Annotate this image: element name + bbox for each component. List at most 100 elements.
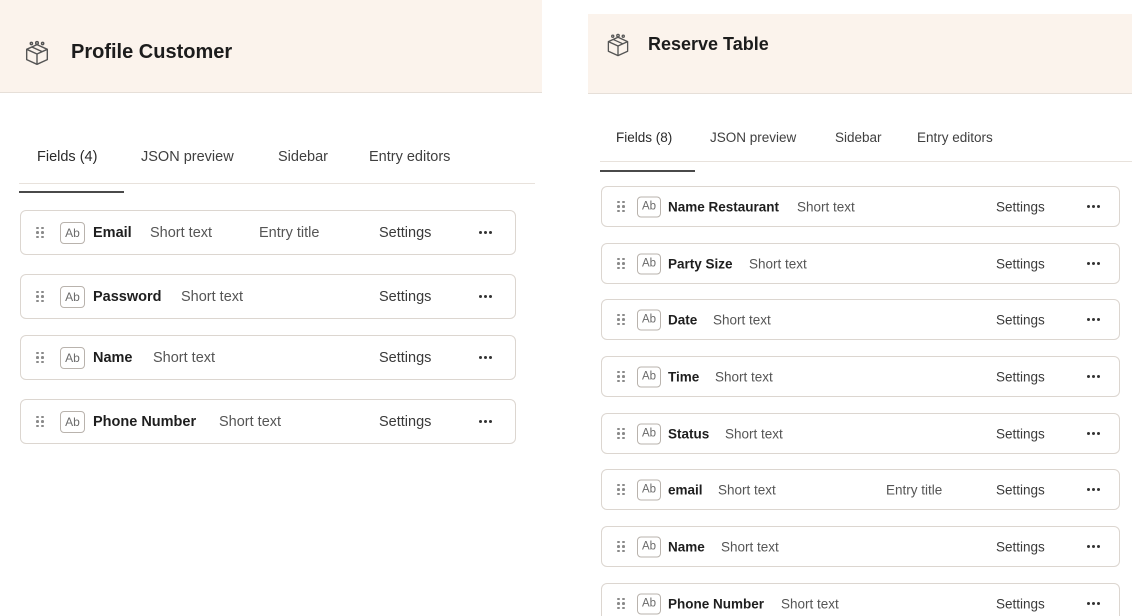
short-text-type-icon: Ab (637, 196, 661, 217)
tab-divider (19, 183, 535, 184)
field-type: Short text (713, 312, 771, 327)
tab-entry-editors[interactable]: Entry editors (917, 130, 993, 145)
more-options-icon[interactable] (1087, 317, 1101, 322)
field-row-name[interactable]: Ab Name Short text Settings (20, 335, 516, 380)
field-row-party-size[interactable]: Ab Party Size Short text Settings (601, 243, 1120, 284)
more-options-icon[interactable] (479, 230, 493, 235)
field-type: Short text (219, 413, 282, 430)
field-row-date[interactable]: Ab Date Short text Settings (601, 299, 1120, 340)
tab-entry-editors[interactable]: Entry editors (369, 149, 450, 165)
field-type: Short text (797, 199, 855, 214)
drag-handle-icon[interactable] (617, 483, 625, 496)
more-options-icon[interactable] (1087, 374, 1101, 379)
field-row-name[interactable]: Ab Name Short text Settings (601, 526, 1120, 567)
drag-handle-icon[interactable] (36, 226, 44, 239)
settings-button[interactable]: Settings (379, 414, 431, 430)
tab-json-preview[interactable]: JSON preview (710, 130, 796, 145)
field-name: email (668, 482, 703, 497)
more-options-icon[interactable] (1087, 601, 1101, 606)
tab-label: Fields (8) (616, 130, 673, 145)
cube-icon (25, 40, 49, 66)
tab-fields[interactable]: Fields (8) (600, 130, 695, 172)
more-options-icon[interactable] (1087, 431, 1101, 436)
short-text-type-icon: Ab (60, 346, 85, 369)
settings-button[interactable]: Settings (379, 289, 431, 305)
short-text-type-icon: Ab (637, 309, 661, 330)
field-row-email[interactable]: Ab Email Short text Entry title Settings (20, 210, 516, 255)
settings-button[interactable]: Settings (996, 426, 1045, 441)
short-text-type-icon: Ab (637, 479, 661, 500)
field-row-email[interactable]: Ab email Short text Entry title Settings (601, 469, 1120, 510)
field-type: Short text (718, 482, 776, 497)
drag-handle-icon[interactable] (617, 540, 625, 553)
field-name: Time (668, 369, 700, 384)
field-name: Name Restaurant (668, 199, 780, 214)
tab-label: Sidebar (835, 130, 882, 145)
settings-button[interactable]: Settings (996, 596, 1045, 611)
panel-title: Reserve Table (648, 34, 769, 54)
tab-label: JSON preview (141, 149, 234, 165)
field-type: Short text (715, 369, 773, 384)
settings-button[interactable]: Settings (996, 369, 1045, 384)
tab-sidebar[interactable]: Sidebar (835, 130, 882, 145)
short-text-type-icon: Ab (637, 366, 661, 387)
settings-button[interactable]: Settings (379, 225, 431, 241)
panel-header: Reserve Table (588, 14, 1132, 94)
drag-handle-icon[interactable] (617, 257, 625, 270)
drag-handle-icon[interactable] (36, 415, 44, 428)
active-tab-underline (19, 191, 124, 193)
drag-handle-icon[interactable] (617, 370, 625, 383)
short-text-type-icon: Ab (637, 536, 661, 557)
drag-handle-icon[interactable] (617, 200, 625, 213)
more-options-icon[interactable] (1087, 261, 1101, 266)
field-type: Short text (153, 349, 216, 366)
short-text-type-icon: Ab (637, 423, 661, 444)
content-model-panel-reserve-table: Reserve Table Fields (8) JSON preview Si… (588, 0, 1148, 616)
short-text-type-icon: Ab (60, 410, 85, 433)
panel-title: Profile Customer (71, 41, 233, 63)
field-row-name-restaurant[interactable]: Ab Name Restaurant Short text Settings (601, 186, 1120, 227)
tab-label: Fields (4) (37, 149, 98, 165)
field-name: Phone Number (93, 413, 197, 430)
field-type: Short text (725, 426, 783, 441)
drag-handle-icon[interactable] (36, 351, 44, 364)
field-row-time[interactable]: Ab Time Short text Settings (601, 356, 1120, 397)
settings-button[interactable]: Settings (996, 256, 1045, 271)
entry-title-badge: Entry title (886, 482, 943, 497)
settings-button[interactable]: Settings (996, 539, 1045, 554)
field-row-phone-number[interactable]: Ab Phone Number Short text Settings (601, 583, 1120, 616)
tab-label: Entry editors (917, 130, 993, 145)
drag-handle-icon[interactable] (617, 597, 625, 610)
drag-handle-icon[interactable] (36, 290, 44, 303)
field-type: Short text (721, 539, 779, 554)
tab-label: Entry editors (369, 149, 451, 165)
more-options-icon[interactable] (1087, 204, 1101, 209)
tab-json-preview[interactable]: JSON preview (141, 149, 234, 165)
settings-button[interactable]: Settings (996, 482, 1045, 497)
more-options-icon[interactable] (1087, 544, 1101, 549)
field-type: Short text (150, 224, 213, 241)
more-options-icon[interactable] (479, 294, 493, 299)
settings-button[interactable]: Settings (379, 350, 431, 366)
drag-handle-icon[interactable] (617, 427, 625, 440)
cube-icon (607, 33, 629, 57)
settings-button[interactable]: Settings (996, 199, 1045, 214)
settings-button[interactable]: Settings (996, 312, 1045, 327)
active-tab-underline (600, 170, 695, 172)
field-row-phone-number[interactable]: Ab Phone Number Short text Settings (20, 399, 516, 444)
field-name: Name (93, 349, 133, 366)
field-row-status[interactable]: Ab Status Short text Settings (601, 413, 1120, 454)
tab-sidebar[interactable]: Sidebar (278, 149, 328, 165)
more-options-icon[interactable] (479, 355, 493, 360)
drag-handle-icon[interactable] (617, 313, 625, 326)
field-row-password[interactable]: Ab Password Short text Settings (20, 274, 516, 319)
entry-title-badge: Entry title (259, 224, 320, 241)
more-options-icon[interactable] (479, 419, 493, 424)
field-name: Password (93, 288, 162, 305)
more-options-icon[interactable] (1087, 487, 1101, 492)
tab-label: JSON preview (710, 130, 797, 145)
short-text-type-icon: Ab (637, 593, 661, 614)
tab-fields[interactable]: Fields (4) (19, 149, 124, 193)
short-text-type-icon: Ab (60, 285, 85, 308)
panel-header: Profile Customer (0, 0, 542, 93)
